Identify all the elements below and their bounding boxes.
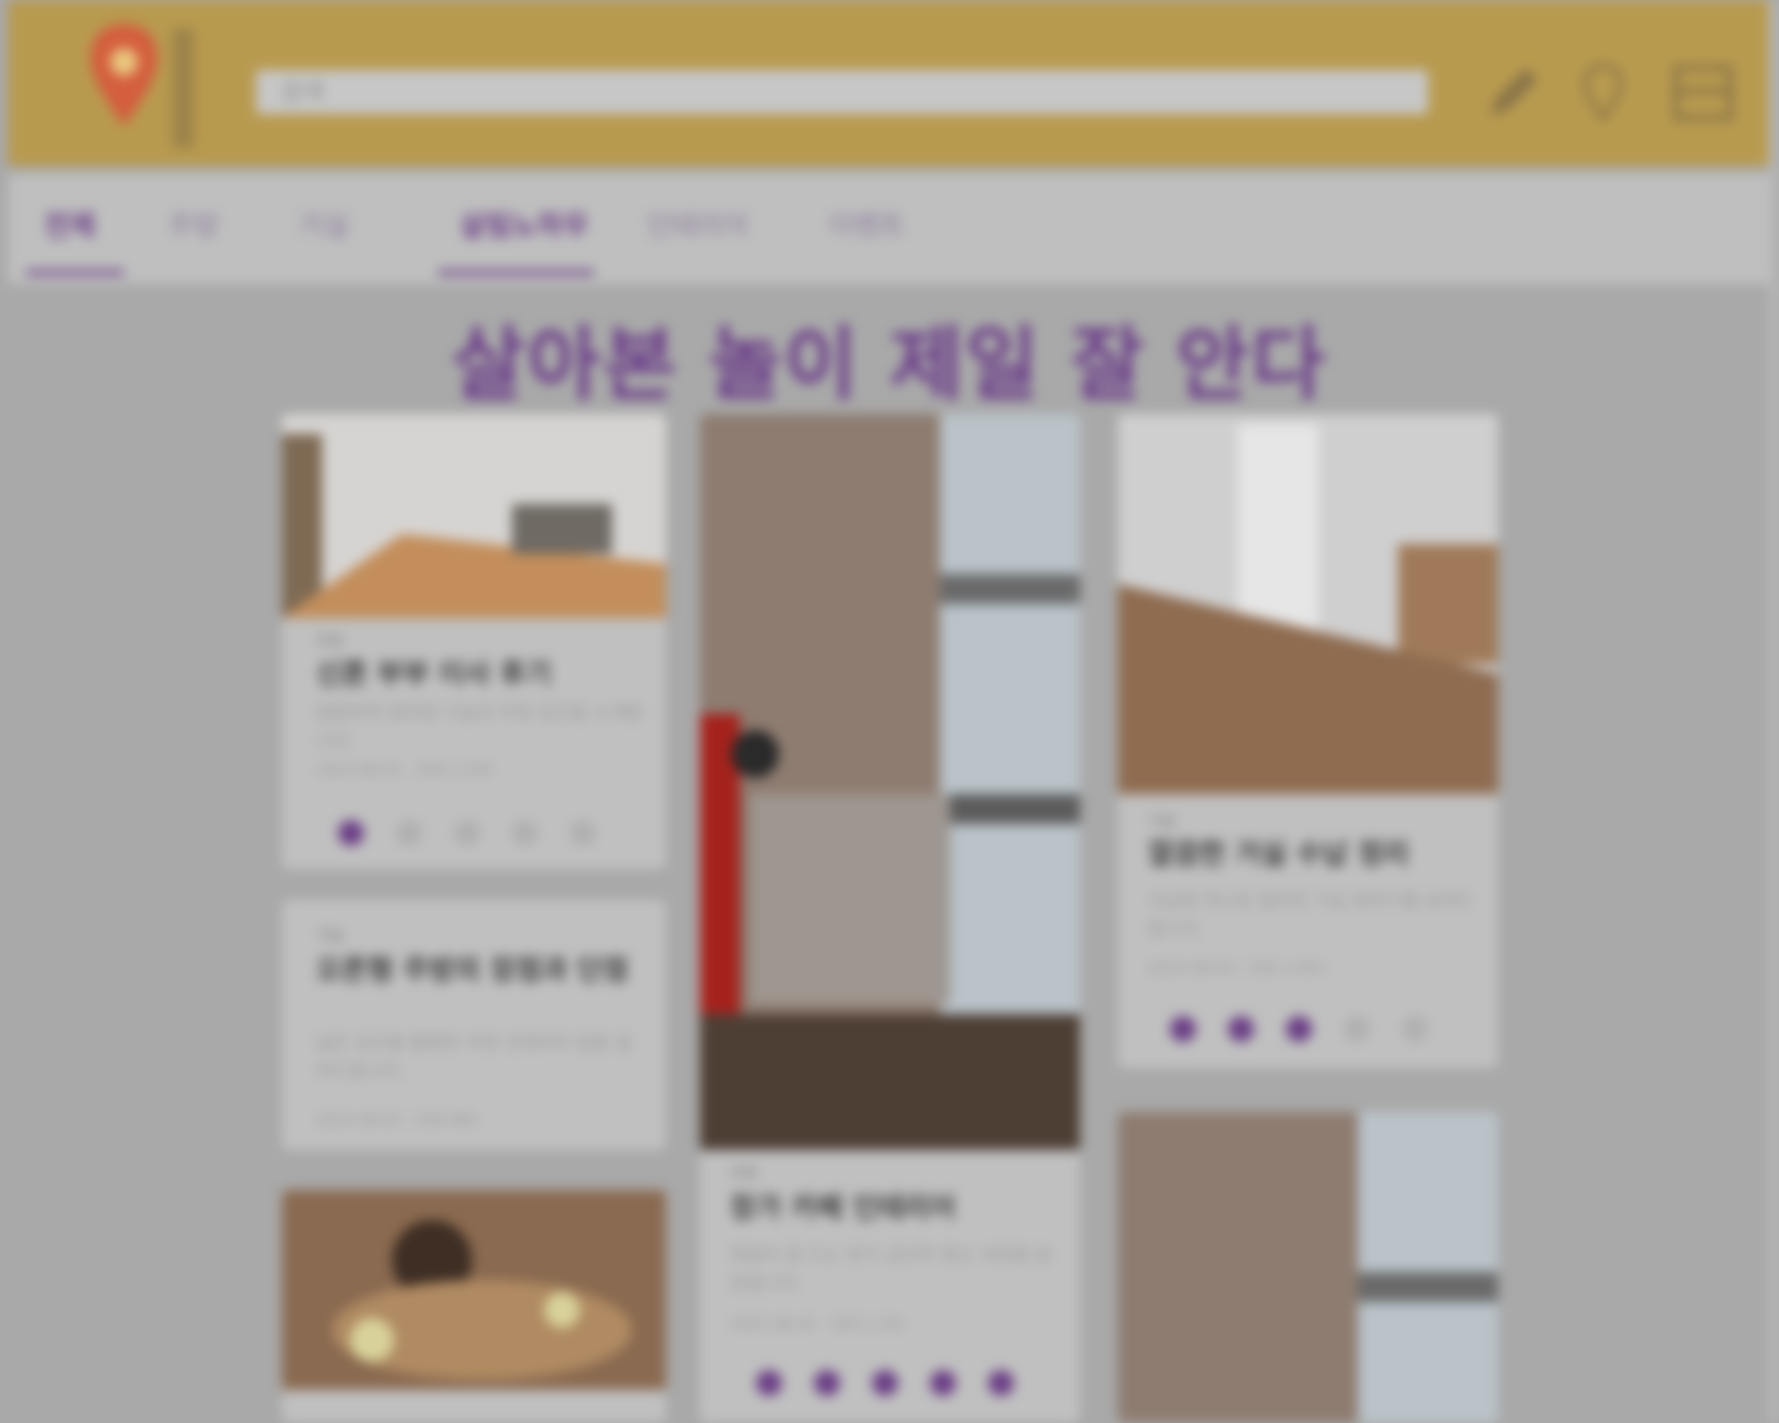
rating-dot: [1228, 1016, 1254, 1042]
post-photo: [700, 414, 1080, 1150]
rating-dot: [396, 820, 422, 846]
post-meta: 2023.08.04 · 조회 1,543: [1148, 959, 1324, 977]
tab-kitchen[interactable]: 주방: [168, 204, 220, 244]
post-card[interactable]: [282, 1190, 666, 1423]
menu-icon[interactable]: [1668, 58, 1738, 128]
page-title: 살아본 놀이 제일 잘 안다: [451, 318, 1328, 411]
post-title: 창가 카페 인테리어: [730, 1191, 956, 1224]
post-meta: 2023.08.01 · 조회 1,234: [316, 761, 492, 779]
top-header: 검색: [8, 0, 1771, 166]
tab-all[interactable]: 전체: [44, 204, 96, 244]
post-card[interactable]: 거실 오픈형 주방의 장점과 단점 넓은 공간을 활용한 주방 인테리어 팁을 …: [282, 900, 666, 1150]
map-pin-logo-icon[interactable]: [84, 14, 204, 154]
rating-dots: [1170, 1016, 1428, 1042]
post-photo: [282, 414, 666, 618]
tab-living-knowhow-underline: [438, 270, 594, 275]
post-meta: 2023.08.02 · 조회 980: [316, 1111, 478, 1129]
rating-dot: [814, 1370, 840, 1396]
rating-dot: [1286, 1016, 1312, 1042]
post-card[interactable]: 거실 깔끔한 거실 수납 정리 수납장 하나로 달라진 거실 분위기를 보여드립…: [1118, 414, 1498, 1068]
post-tag: 주방: [730, 1164, 758, 1182]
post-summary: 넓은 공간을 활용한 주방 인테리어 팁을 알려드립니다.: [316, 1033, 632, 1082]
rating-dot: [756, 1370, 782, 1396]
tab-interior[interactable]: 인테리어: [646, 204, 749, 244]
rating-dot: [872, 1370, 898, 1396]
post-photo: [282, 1190, 666, 1390]
search-input[interactable]: 검색: [256, 70, 1428, 114]
rating-dot: [512, 820, 538, 846]
post-summary: 깔끔하게 정리된 거실과 주방 공간을 소개합니다.: [316, 703, 643, 752]
post-summary: 수납장 하나로 달라진 거실 분위기를 보여드립니다.: [1148, 891, 1475, 940]
post-title: 신혼 부부 이사 후기: [316, 657, 552, 690]
page-frame: 검색 전체 주방 거실 살림노하우 인테리어 이벤트 살아본 놀이 제일 잘 안…: [0, 0, 1779, 1423]
rating-dot: [1402, 1016, 1428, 1042]
rating-dot: [930, 1370, 956, 1396]
rating-dots: [756, 1370, 1014, 1396]
post-title: 오픈형 주방의 장점과 단점: [316, 953, 629, 986]
tab-living-knowhow[interactable]: 살림노하우: [460, 204, 589, 244]
rating-dot: [454, 820, 480, 846]
tab-event[interactable]: 이벤트: [828, 204, 905, 244]
rating-dot: [570, 820, 596, 846]
tab-all-underline: [26, 270, 124, 275]
post-card[interactable]: 주방 창가 카페 인테리어 햇살이 잘 드는 창가 공간의 변신 과정을 담았습…: [700, 414, 1080, 1423]
scroll-track[interactable]: [1769, 0, 1779, 1423]
post-card[interactable]: 주방 신혼 부부 이사 후기 깔끔하게 정리된 거실과 주방 공간을 소개합니다…: [282, 414, 666, 869]
post-photo: [1118, 414, 1498, 794]
post-title: 깔끔한 거실 수납 정리: [1148, 837, 1410, 870]
category-nav: 전체 주방 거실 살림노하우 인테리어 이벤트: [8, 174, 1771, 284]
post-card[interactable]: [1118, 1112, 1498, 1423]
rating-dots: [338, 820, 596, 846]
rating-dot: [1344, 1016, 1370, 1042]
post-tag: 거실: [1148, 812, 1176, 830]
post-meta: 2023.08.03 · 조회 2,101: [730, 1315, 906, 1333]
rating-dot: [988, 1370, 1014, 1396]
rating-dot: [338, 820, 364, 846]
pencil-icon[interactable]: [1478, 58, 1548, 128]
post-summary: 햇살이 잘 드는 창가 공간의 변신 과정을 담았습니다.: [730, 1245, 1052, 1294]
tab-livingroom[interactable]: 거실: [298, 204, 350, 244]
post-tag: 거실: [316, 926, 344, 944]
rating-dot: [1170, 1016, 1196, 1042]
post-tag: 주방: [316, 632, 344, 650]
post-photo: [1118, 1112, 1498, 1423]
map-pin-icon[interactable]: [1568, 58, 1638, 128]
